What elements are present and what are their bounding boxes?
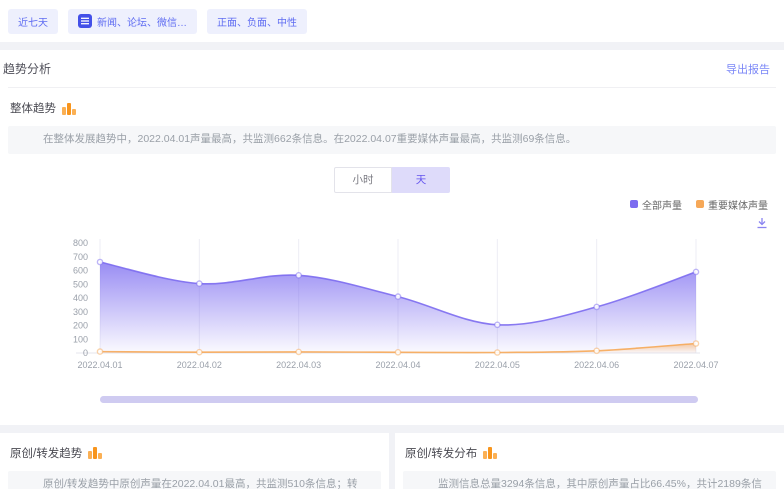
overall-trend-summary: 在整体发展趋势中，2022.04.01声量最高，共监测662条信息。在2022.… [8,126,776,154]
filter-bar: 近七天 新闻、论坛、微信… 正面、负面、中性 [0,0,784,42]
podium-icon [62,102,76,115]
chart-legend: 全部声量重要媒体声量 [630,197,768,212]
svg-text:2022.04.01: 2022.04.01 [77,360,122,370]
download-chart-icon[interactable] [756,217,768,229]
svg-text:400: 400 [73,293,88,303]
svg-text:700: 700 [73,252,88,262]
chart-legend-area: 全部声量重要媒体声量 [8,193,776,229]
datazoom-track[interactable] [100,396,698,403]
sentiment-chip-label: 正面、负面、中性 [217,14,297,29]
trend-area-chart[interactable]: 0 100 200 300 400 500 600 700 800 2022.04.01 2022.… [8,229,776,377]
svg-text:2022.04.06: 2022.04.06 [574,360,619,370]
origin-forward-distribution-title: 原创/转发分布 [405,445,477,461]
svg-text:2022.04.03: 2022.04.03 [276,360,321,370]
svg-text:600: 600 [73,265,88,275]
podium-icon [88,446,102,459]
export-report-link[interactable]: 导出报告 [726,61,770,77]
svg-text:2022.04.05: 2022.04.05 [475,360,520,370]
datazoom-slider[interactable] [100,396,698,403]
svg-text:500: 500 [73,279,88,289]
trend-analysis-card: 趋势分析 导出报告 整体趋势 在整体发展趋势中，2022.04.01声量最高，共… [0,50,784,425]
podium-icon [483,446,497,459]
origin-forward-distribution-card: 原创/转发分布 监测信息总量3294条信息，其中原创声量占比66.45%，共计2… [395,433,784,489]
origin-forward-distribution-summary: 监测信息总量3294条信息，其中原创声量占比66.45%，共计2189条信息；转… [403,471,776,489]
origin-forward-trend-card: 原创/转发趋势 原创/转发趋势中原创声量在2022.04.01最高，共监测510… [0,433,389,489]
overall-trend-title: 整体趋势 [10,100,56,116]
media-source-chip-label: 新闻、论坛、微信… [97,14,187,29]
svg-text:300: 300 [73,307,88,317]
bottom-cards-row: 原创/转发趋势 原创/转发趋势中原创声量在2022.04.01最高，共监测510… [0,433,784,489]
origin-forward-distribution-header: 原创/转发分布 [403,443,776,461]
sentiment-chip[interactable]: 正面、负面、中性 [207,9,307,34]
legend-swatch [696,200,704,208]
svg-text:200: 200 [73,320,88,330]
svg-text:100: 100 [73,334,88,344]
svg-text:800: 800 [73,238,88,248]
origin-forward-trend-summary: 原创/转发趋势中原创声量在2022.04.01最高，共监测510条信息；转发声量… [8,471,381,489]
page-title: 趋势分析 [3,60,51,77]
media-source-icon [78,14,92,28]
overall-trend-header: 整体趋势 [8,88,776,126]
origin-forward-trend-header: 原创/转发趋势 [8,443,381,461]
legend-swatch [630,200,638,208]
card-header: 趋势分析 导出报告 [8,50,776,88]
media-source-chip[interactable]: 新闻、论坛、微信… [68,9,197,34]
svg-text:2022.04.02: 2022.04.02 [177,360,222,370]
legend-item[interactable]: 全部声量 [630,197,682,212]
granularity-toggle: 小时 天 [8,167,776,193]
time-range-chip[interactable]: 近七天 [8,9,58,34]
origin-forward-trend-title: 原创/转发趋势 [10,445,82,461]
svg-text:2022.04.07: 2022.04.07 [673,360,718,370]
toggle-day-button[interactable]: 天 [392,167,450,193]
legend-item[interactable]: 重要媒体声量 [696,197,768,212]
time-range-chip-label: 近七天 [18,14,48,29]
toggle-hour-button[interactable]: 小时 [334,167,392,193]
svg-text:2022.04.04: 2022.04.04 [375,360,420,370]
svg-text:0: 0 [83,348,88,358]
